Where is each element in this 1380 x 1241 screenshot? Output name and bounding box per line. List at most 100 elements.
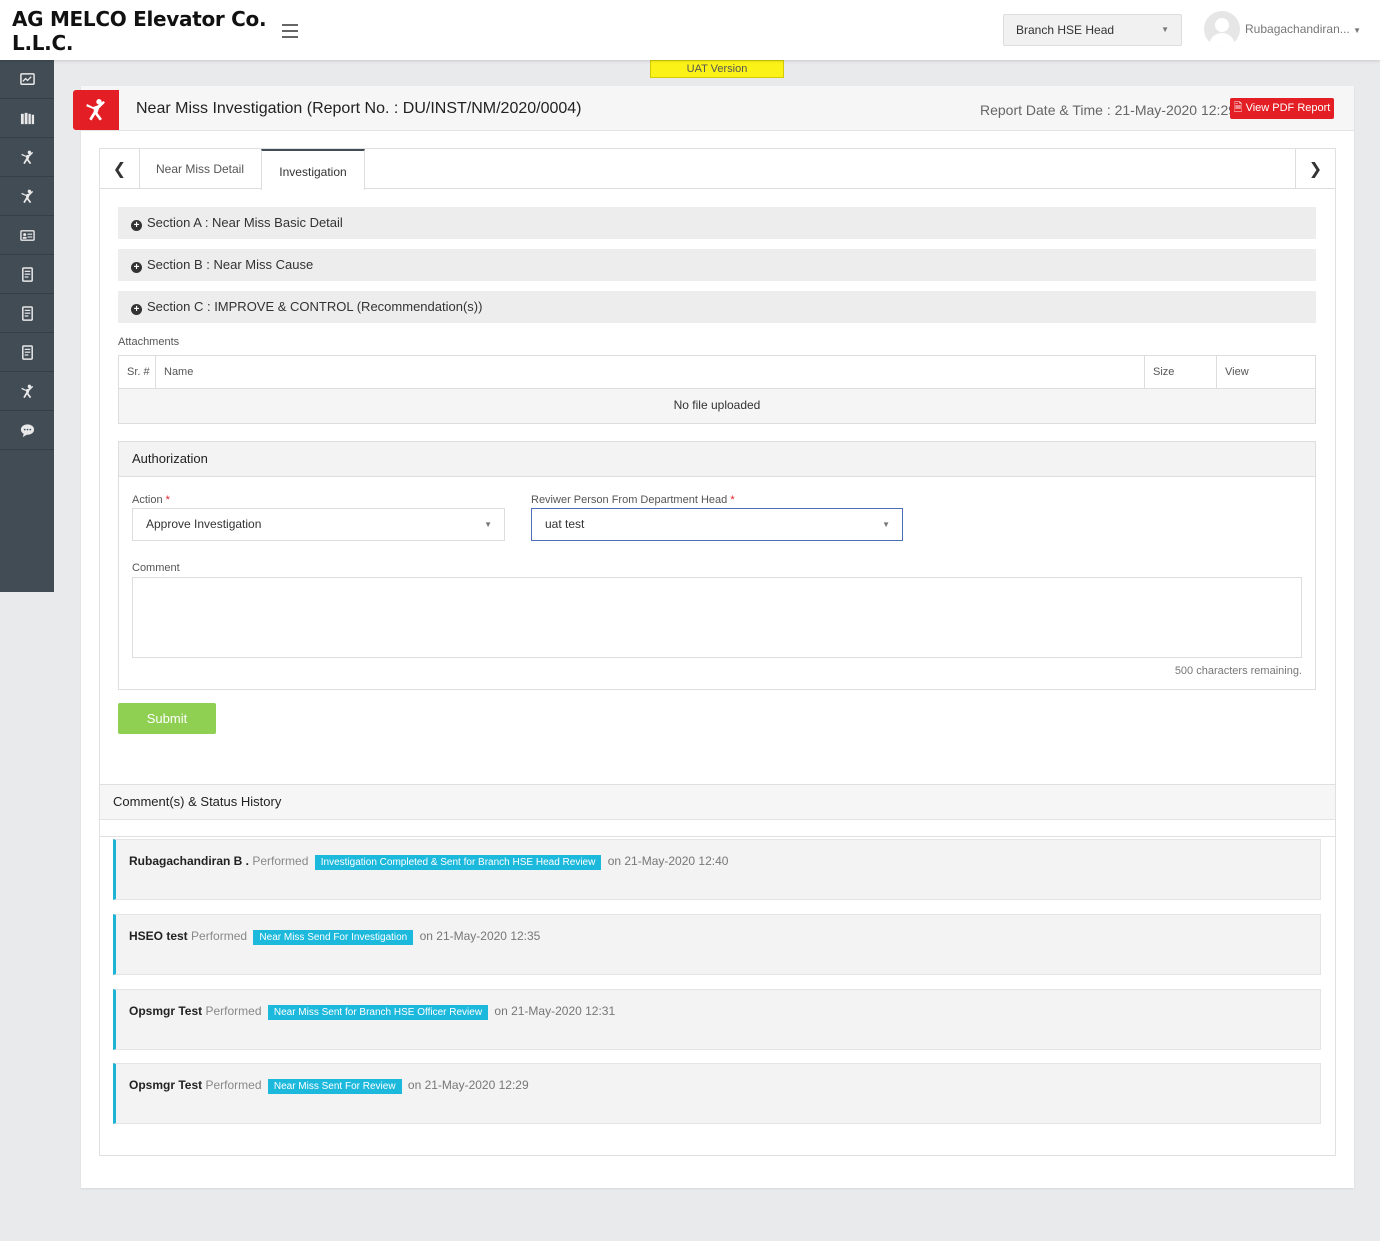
incident-icon [20, 384, 33, 398]
action-select[interactable]: Approve Investigation ▼ [132, 508, 505, 541]
status-badge: Investigation Completed & Sent for Branc… [314, 855, 602, 870]
tab-prev-button[interactable]: ❮ [100, 149, 140, 188]
required-mark: * [730, 494, 735, 506]
history-item: Opsmgr Test Performed Near Miss Sent For… [113, 1063, 1321, 1124]
history-time: on 21-May-2020 12:35 [419, 929, 541, 943]
history-user: HSEO test [129, 929, 188, 943]
report-icon [21, 266, 33, 282]
history-time: on 21-May-2020 12:29 [407, 1078, 529, 1092]
report-icon [21, 344, 33, 360]
comment-label: Comment [132, 562, 180, 574]
col-sr: Sr. # [119, 356, 156, 388]
avatar[interactable] [1204, 11, 1240, 47]
status-history-panel: Comment(s) & Status History Rubagachandi… [99, 784, 1336, 1156]
role-select[interactable]: Branch HSE Head ▼ [1003, 14, 1182, 46]
library-icon [20, 112, 34, 124]
plus-circle-icon: + [131, 304, 142, 315]
attachments-header-row: Sr. # Name Size View [119, 356, 1315, 389]
id-card-icon [19, 229, 35, 241]
history-performed: Performed [252, 854, 309, 868]
history-performed: Performed [205, 1004, 262, 1018]
col-size: Size [1145, 356, 1217, 388]
attachments-label: Attachments [118, 336, 180, 348]
history-time: on 21-May-2020 12:31 [494, 1004, 616, 1018]
top-header: AG MELCO Elevator Co. L.L.C. Branch HSE … [0, 0, 1380, 60]
sidebar-item-near-miss[interactable] [0, 177, 54, 216]
comment-textarea[interactable] [132, 577, 1302, 658]
main-card: Near Miss Investigation (Report No. : DU… [73, 86, 1354, 1188]
chevron-down-icon: ▼ [882, 520, 890, 529]
page-title: Near Miss Investigation (Report No. : DU… [136, 100, 582, 117]
history-title: Comment(s) & Status History [100, 785, 1335, 820]
brand-logo[interactable]: AG MELCO Elevator Co. L.L.C. [12, 7, 267, 55]
section-b-toggle[interactable]: + Section B : Near Miss Cause [118, 249, 1316, 281]
chevron-down-icon: ▼ [484, 520, 492, 529]
sidebar-item-incident[interactable] [0, 138, 54, 177]
pdf-icon: 🗎 [1233, 102, 1243, 114]
chevron-right-icon: ❯ [1308, 160, 1323, 178]
chevron-down-icon: ▼ [1161, 25, 1169, 34]
attachments-empty: No file uploaded [119, 389, 1315, 423]
history-time: on 21-May-2020 12:40 [607, 854, 729, 868]
report-date: Report Date & Time : 21-May-2020 12:29 [980, 102, 1237, 118]
sidebar-item-report-1[interactable] [0, 255, 54, 294]
history-performed: Performed [205, 1078, 262, 1092]
page-header: Near Miss Investigation (Report No. : DU… [73, 86, 1354, 131]
plus-circle-icon: + [131, 262, 142, 273]
sidebar-item-report-2[interactable] [0, 294, 54, 333]
history-item: HSEO test Performed Near Miss Send For I… [113, 914, 1321, 975]
view-pdf-label: View PDF Report [1245, 102, 1331, 114]
section-a-label: Section A : Near Miss Basic Detail [147, 215, 343, 230]
username: Rubagachandiran... [1245, 22, 1350, 36]
history-performed: Performed [191, 929, 248, 943]
near-miss-icon [73, 90, 119, 130]
required-mark: * [165, 494, 170, 506]
brand-line-1: AG MELCO Elevator Co. [12, 7, 267, 31]
brand-line-2: L.L.C. [12, 31, 74, 55]
status-badge: Near Miss Sent for Branch HSE Officer Re… [267, 1005, 489, 1020]
reviewer-select-value: uat test [545, 517, 585, 531]
history-item: Opsmgr Test Performed Near Miss Sent for… [113, 989, 1321, 1050]
view-pdf-button[interactable]: 🗎 View PDF Report [1230, 98, 1334, 119]
report-icon [21, 305, 33, 321]
history-user: Opsmgr Test [129, 1004, 203, 1018]
sidebar [0, 60, 54, 592]
col-name: Name [156, 356, 1145, 388]
chat-icon [20, 423, 34, 437]
tab-bar: ❮ Near Miss Detail Investigation ❯ [100, 149, 1335, 190]
history-user: Rubagachandiran B . [129, 854, 250, 868]
sidebar-item-incident-2[interactable] [0, 372, 54, 411]
user-menu[interactable]: Rubagachandiran... ▼ [1245, 22, 1361, 36]
action-label-text: Action [132, 494, 163, 506]
history-item: Rubagachandiran B . Performed Investigat… [113, 839, 1321, 900]
action-select-value: Approve Investigation [146, 517, 262, 531]
section-c-toggle[interactable]: + Section C : IMPROVE & CONTROL (Recommen… [118, 291, 1316, 323]
reviewer-label: Reviwer Person From Department Head * [531, 494, 735, 506]
sidebar-item-id-card[interactable] [0, 216, 54, 255]
section-c-label: Section C : IMPROVE & CONTROL (Recommend… [147, 299, 483, 314]
attachments-table: Sr. # Name Size View No file uploaded [118, 355, 1316, 424]
status-badge: Near Miss Send For Investigation [253, 930, 414, 945]
section-a-toggle[interactable]: + Section A : Near Miss Basic Detail [118, 207, 1316, 239]
sidebar-item-library[interactable] [0, 99, 54, 138]
submit-button[interactable]: Submit [118, 703, 216, 734]
sidebar-item-chat[interactable] [0, 411, 54, 450]
status-badge: Near Miss Sent For Review [267, 1079, 402, 1094]
dashboard-icon [19, 72, 35, 85]
uat-badge: UAT Version [650, 60, 784, 78]
menu-toggle-icon[interactable] [282, 24, 298, 38]
authorization-panel: Authorization Action * Approve Investiga… [118, 441, 1316, 690]
chars-remaining: 500 characters remaining. [1174, 665, 1302, 677]
authorization-title: Authorization [119, 442, 1315, 477]
action-label: Action * [132, 494, 170, 506]
plus-circle-icon: + [131, 220, 142, 231]
role-select-value: Branch HSE Head [1016, 23, 1115, 37]
chevron-left-icon: ❮ [112, 160, 127, 178]
tab-near-miss-detail[interactable]: Near Miss Detail [140, 149, 260, 189]
reviewer-label-text: Reviwer Person From Department Head [531, 494, 728, 506]
sidebar-item-report-3[interactable] [0, 333, 54, 372]
tab-investigation[interactable]: Investigation [261, 149, 365, 190]
tab-next-button[interactable]: ❯ [1295, 149, 1335, 188]
reviewer-select[interactable]: uat test ▼ [531, 508, 903, 541]
sidebar-item-dashboard[interactable] [0, 60, 54, 99]
